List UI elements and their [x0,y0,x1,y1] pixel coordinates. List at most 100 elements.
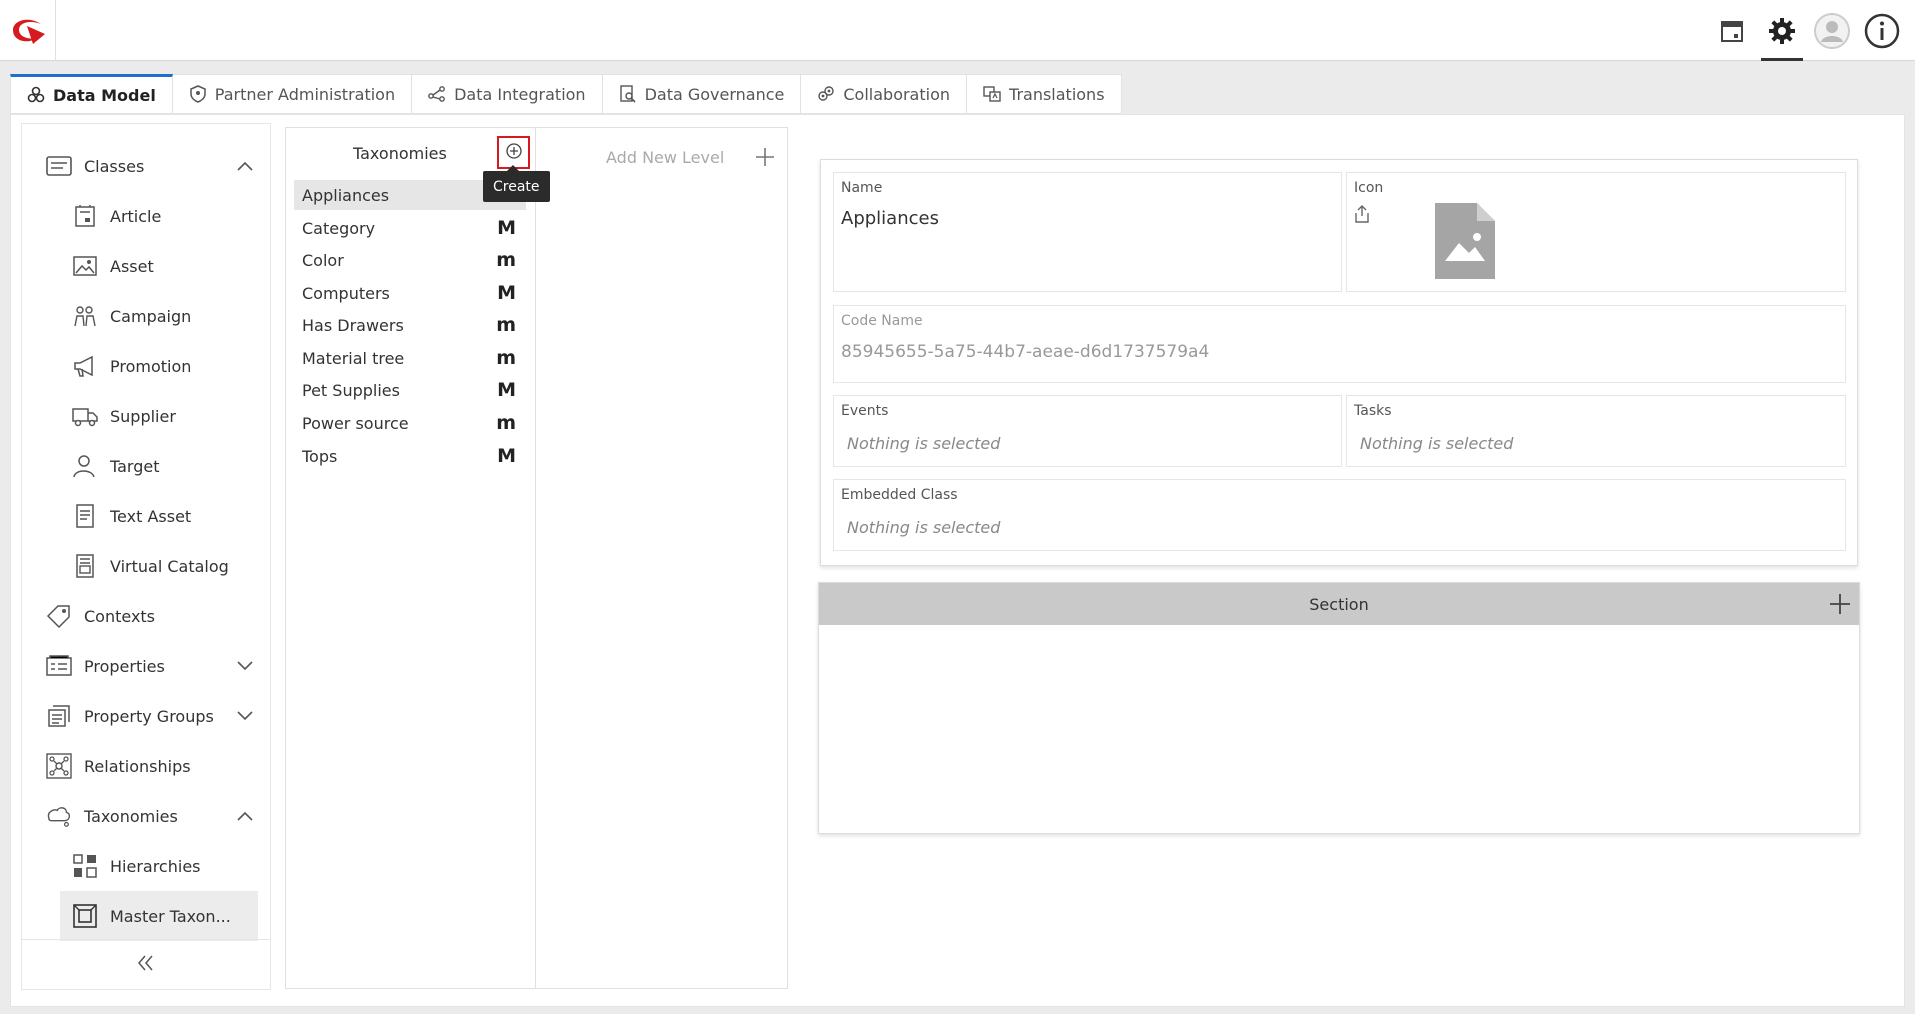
sidebar-item-label: Asset [110,256,154,276]
tab-data-model[interactable]: Data Model [10,74,173,114]
taxonomy-row[interactable]: Pet Supplies M [294,375,526,405]
add-section-plus-icon[interactable] [1829,593,1851,615]
taxonomy-name: Material tree [302,348,405,368]
sidebar-item-supplier[interactable]: Supplier [22,391,270,441]
tab-data-governance[interactable]: Data Governance [602,74,802,114]
sidebar-item-classes[interactable]: Classes [22,141,270,191]
integration-icon [428,85,446,103]
tab-label: Partner Administration [214,84,396,104]
sidebar-item-virtual-catalog[interactable]: Virtual Catalog [22,541,270,591]
tab-partner-administration[interactable]: Partner Administration [172,74,413,114]
code-name-value: 85945655-5a75-44b7-aeae-d6d1737579a4 [841,342,1210,362]
user-avatar-icon[interactable] [1807,0,1857,61]
tab-data-integration[interactable]: Data Integration [412,74,603,114]
name-field[interactable]: Name Appliances [833,172,1342,292]
embedded-class-placeholder[interactable]: Nothing is selected [847,518,1000,537]
sidebar: Classes Article Asset Campaign Promotion… [21,123,271,990]
article-icon [72,203,98,229]
sidebar-item-label: Classes [84,156,145,176]
sidebar-item-hierarchies[interactable]: Hierarchies [22,841,270,891]
taxonomy-row[interactable]: Tops M [294,441,526,471]
sidebar-item-relationships[interactable]: Relationships [22,741,270,791]
calendar-icon[interactable] [1707,0,1757,61]
chevron-up-icon[interactable] [236,157,254,175]
icon-label: Icon [1354,180,1384,196]
taxonomy-row[interactable]: Color m [294,245,526,275]
logo-icon[interactable] [0,0,56,61]
chevron-up-icon[interactable] [236,807,254,825]
property-groups-icon [46,703,72,729]
text-asset-icon [72,503,98,529]
top-bar [0,0,1915,61]
sidebar-item-label: Contexts [84,606,156,626]
name-value[interactable]: Appliances [841,208,939,229]
taxonomy-name: Power source [302,413,409,433]
add-new-level-label[interactable]: Add New Level [606,148,724,167]
taxonomy-row[interactable]: Computers M [294,278,526,308]
events-placeholder[interactable]: Nothing is selected [847,434,1000,453]
collaboration-icon [817,85,835,103]
sidebar-item-contexts[interactable]: Contexts [22,591,270,641]
shield-icon [189,85,207,103]
taxonomies-header: Taxonomies Create [286,128,550,202]
sidebar-item-text-asset[interactable]: Text Asset [22,491,270,541]
sidebar-item-taxonomies[interactable]: Taxonomies [22,791,270,841]
gear-icon[interactable] [1757,0,1807,61]
upload-icon[interactable] [1354,205,1370,227]
sidebar-item-asset[interactable]: Asset [22,241,270,291]
taxonomy-row[interactable]: Power source m [294,408,526,438]
sidebar-item-label: Properties [84,656,165,676]
tab-label: Collaboration [843,84,951,104]
catalog-icon [72,553,98,579]
sidebar-item-property-groups[interactable]: Property Groups [22,691,270,741]
code-name-field: Code Name 85945655-5a75-44b7-aeae-d6d173… [833,305,1846,383]
properties-icon [46,653,72,679]
create-tooltip: Create [483,165,550,202]
tab-collaboration[interactable]: Collaboration [801,74,968,114]
tasks-label: Tasks [1354,403,1392,419]
sidebar-item-label: Text Asset [110,506,192,526]
embedded-class-field[interactable]: Embedded Class Nothing is selected [833,479,1846,551]
taxonomy-badge: M [497,379,516,401]
events-field[interactable]: Events Nothing is selected [833,395,1342,467]
add-level-plus-icon[interactable] [754,146,776,168]
sidebar-item-campaign[interactable]: Campaign [22,291,270,341]
taxonomy-badge: m [496,314,516,336]
sidebar-item-target[interactable]: Target [22,441,270,491]
sidebar-item-article[interactable]: Article [22,191,270,241]
icon-field: Icon [1346,172,1846,292]
sidebar-item-label: Master Taxon... [110,906,231,926]
sidebar-item-promotion[interactable]: Promotion [22,341,270,391]
taxonomy-name: Color [302,250,344,270]
taxonomy-badge: m [496,347,516,369]
taxonomy-name: Computers [302,283,390,303]
tasks-placeholder[interactable]: Nothing is selected [1360,434,1513,453]
taxonomy-badge: m [496,412,516,434]
chevron-down-icon[interactable] [236,707,254,725]
master-taxonomy-icon [72,903,98,929]
taxonomy-detail-card: Name Appliances Icon Code Name 85945655-… [820,159,1858,566]
code-name-label: Code Name [841,313,923,329]
tag-icon [46,603,72,629]
taxonomy-row[interactable]: Has Drawers m [294,310,526,340]
tasks-field[interactable]: Tasks Nothing is selected [1346,395,1846,467]
taxonomy-row[interactable]: Material tree m [294,343,526,373]
sidebar-item-label: Taxonomies [84,806,178,826]
taxonomy-name: Category [302,218,376,238]
sidebar-item-label: Relationships [84,756,191,776]
taxonomy-row[interactable]: Category M [294,213,526,243]
info-icon[interactable] [1857,0,1907,61]
sidebar-item-label: Virtual Catalog [110,556,229,576]
asset-icon [72,253,98,279]
embedded-class-label: Embedded Class [841,487,958,503]
tab-translations[interactable]: Translations [967,74,1122,114]
tab-label: Data Governance [644,84,785,104]
collapse-sidebar-button[interactable] [22,939,270,989]
target-user-icon [72,453,98,479]
relationships-icon [46,753,72,779]
main-tabs: Data Model Partner Administration Data I… [10,74,1122,114]
campaign-icon [72,303,98,329]
sidebar-item-properties[interactable]: Properties [22,641,270,691]
sidebar-item-master-taxonomy[interactable]: Master Taxon... [60,891,258,941]
chevron-down-icon[interactable] [236,657,254,675]
